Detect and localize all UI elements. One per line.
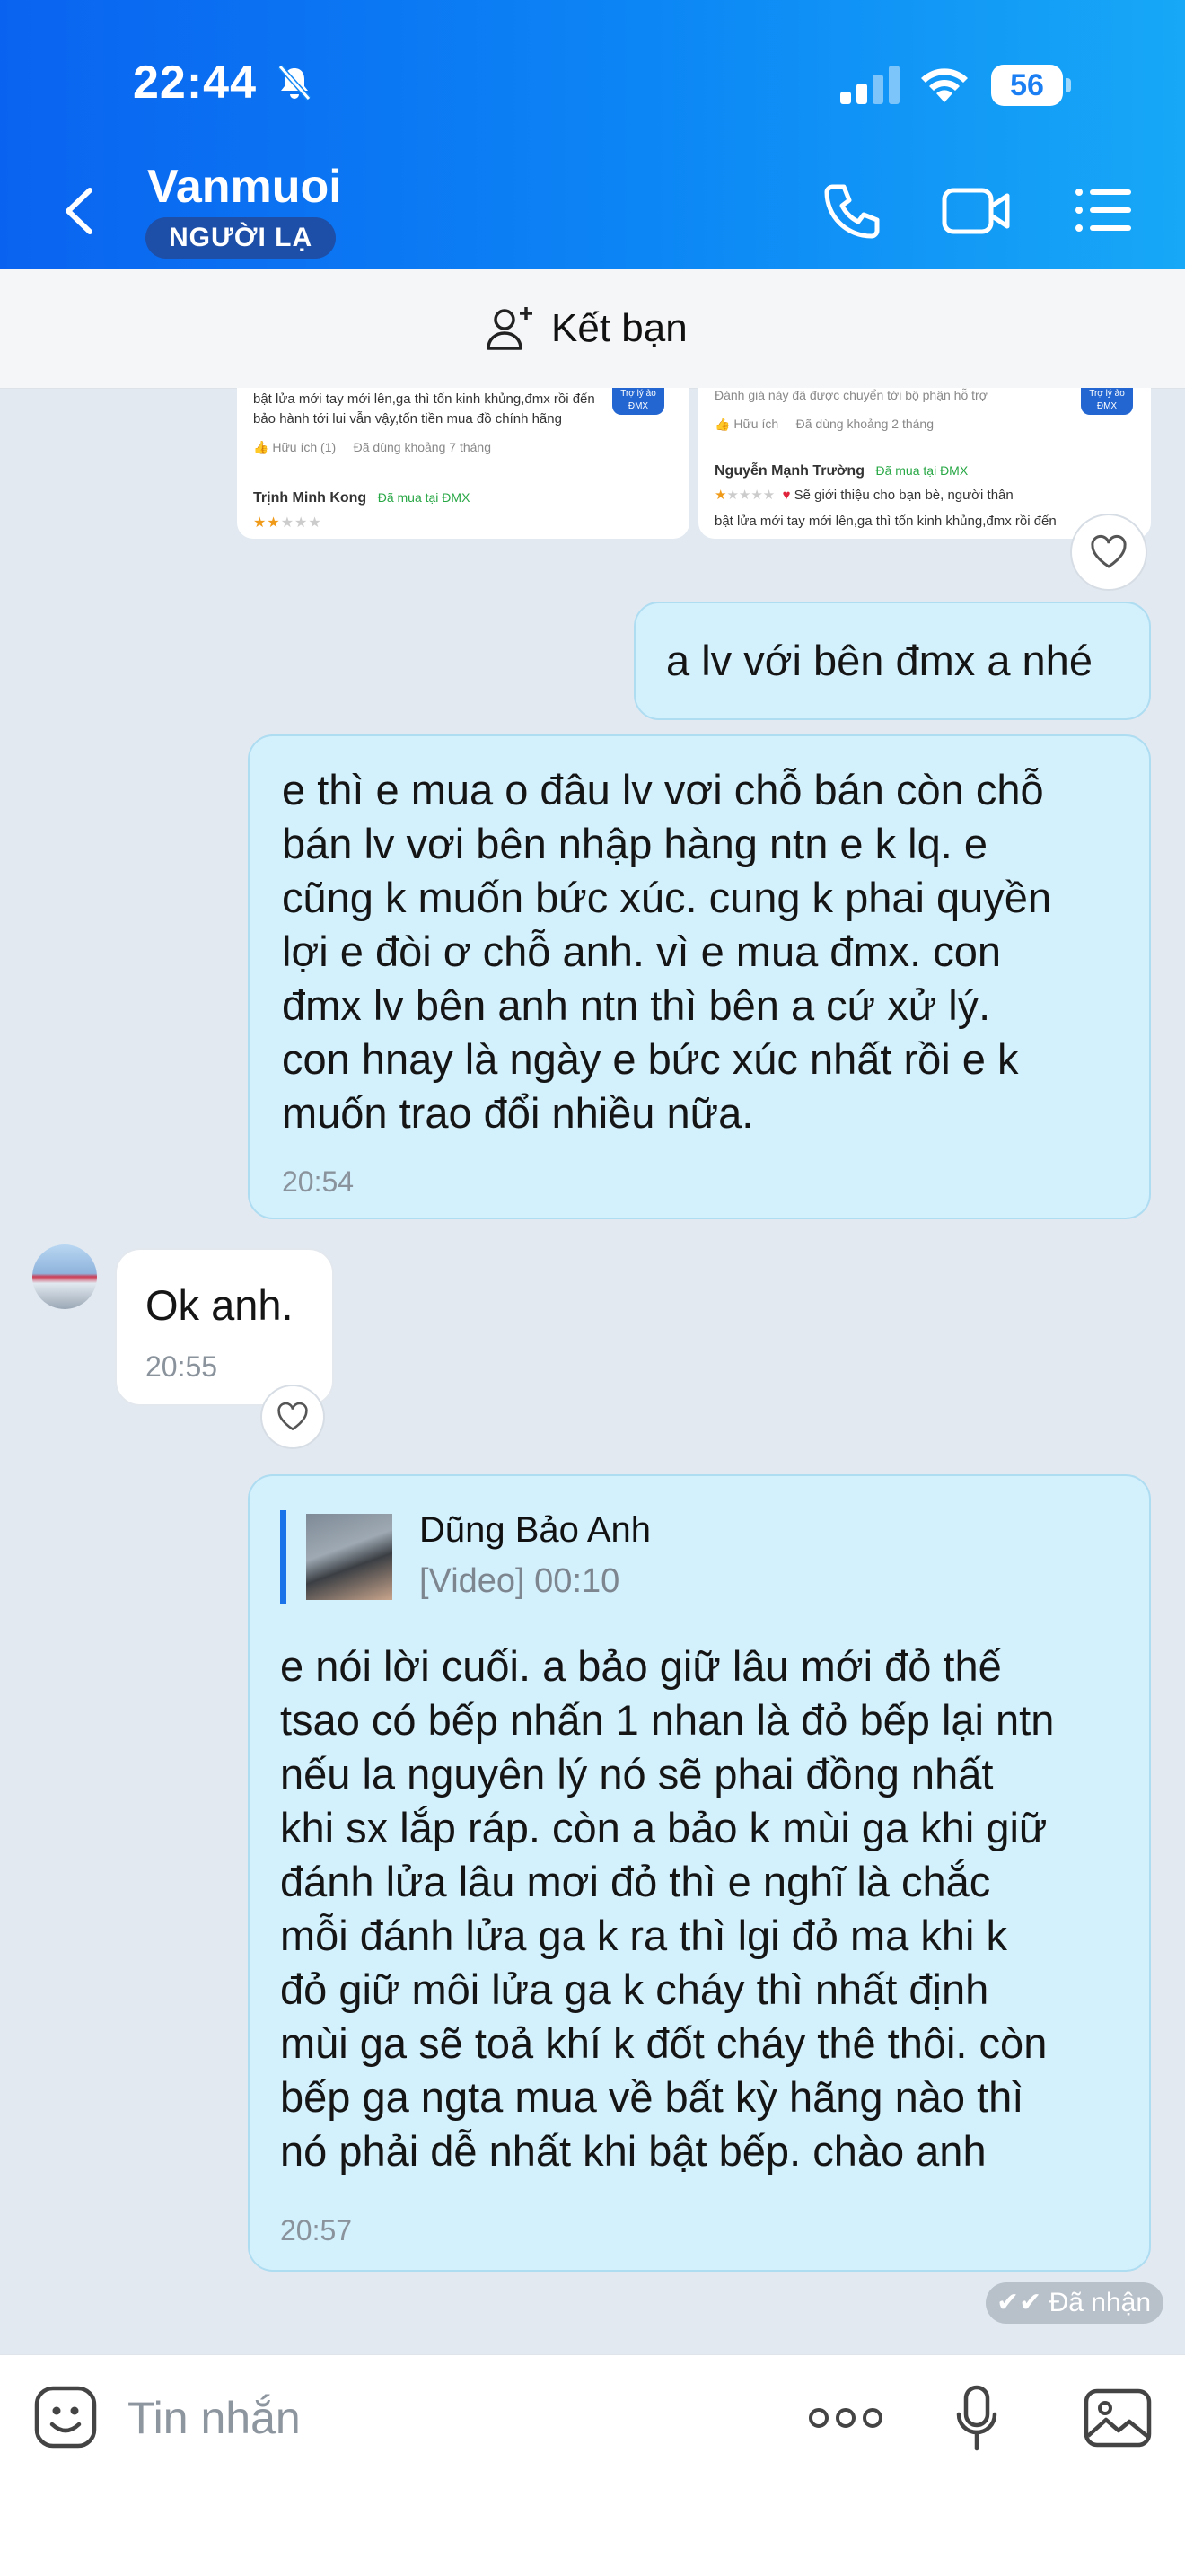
battery-indicator: 56 <box>991 65 1071 106</box>
message-bubble-sent[interactable]: a lv với bên đmx a nhé <box>634 602 1151 720</box>
back-button[interactable] <box>54 180 104 242</box>
bell-slash-icon <box>277 65 312 101</box>
menu-list-icon[interactable] <box>1074 185 1133 235</box>
battery-level: 56 <box>1010 68 1044 102</box>
microphone-button[interactable] <box>955 2384 998 2452</box>
status-time: 22:44 <box>133 57 257 109</box>
message-input[interactable] <box>127 2382 738 2454</box>
add-friend-label: Kết bạn <box>551 306 688 350</box>
image-picker-button[interactable] <box>1083 2387 1153 2449</box>
message-text: Ok anh. <box>145 1281 294 1329</box>
message-text: a lv với bên đmx a nhé <box>666 637 1093 684</box>
message-text: e nói lời cuối. a bảo giữ lâu mới đỏ thế… <box>280 1642 1055 2175</box>
thumbs-up-icon: 👍 <box>253 440 269 454</box>
cellular-signal-icon <box>840 66 900 104</box>
quote-author: Dũng Bảo Anh <box>419 1510 651 1550</box>
react-heart-button[interactable] <box>1072 515 1146 589</box>
video-thumbnail <box>306 1514 392 1600</box>
contact-name[interactable]: Vanmuoi <box>147 160 342 214</box>
quoted-message[interactable]: Dũng Bảo Anh [Video] 00:10 <box>280 1510 1094 1604</box>
message-time: 20:57 <box>280 2214 353 2246</box>
add-user-icon <box>487 307 532 350</box>
message-composer <box>0 2354 1185 2576</box>
message-bubble-received[interactable]: Ok anh. 20:55 <box>115 1248 334 1406</box>
rating-stars: ★★★★★ <box>253 515 322 531</box>
react-heart-button[interactable] <box>262 1386 323 1447</box>
add-friend-bar: Kết bạn <box>0 269 1185 389</box>
video-call-button[interactable] <box>941 183 1013 239</box>
heart-outline-icon <box>277 1402 308 1431</box>
double-check-icon: ✔✔ <box>996 2288 1042 2317</box>
heart-icon: ♥ <box>782 488 791 503</box>
phone-call-button[interactable] <box>821 180 883 242</box>
stranger-badge: NGƯỜI LẠ <box>145 217 337 259</box>
message-time: 20:54 <box>282 1165 355 1198</box>
review-screenshot-right: Đánh giá này đã được chuyển tới bộ phận … <box>698 388 1151 539</box>
quote-subtitle: [Video] 00:10 <box>419 1562 620 1600</box>
add-friend-button[interactable]: Kết bạn <box>485 269 688 388</box>
wifi-icon <box>921 68 968 102</box>
review-screenshot-left: bật lửa mới tay mới lên,ga thì tốn kinh … <box>237 388 689 539</box>
chat-header: 22:44 56 Vanmuoi NGƯỜI LẠ <box>0 0 1185 269</box>
message-bubble-sent[interactable]: e thì e mua o đâu lv vơi chỗ bán còn chỗ… <box>248 734 1151 1219</box>
sticker-emoji-button[interactable] <box>32 2384 99 2450</box>
message-time: 20:55 <box>145 1350 218 1383</box>
delivered-status-badge: ✔✔ Đã nhận <box>986 2282 1164 2324</box>
thumbs-up-icon: 👍 <box>715 417 731 431</box>
contact-avatar[interactable] <box>32 1244 97 1309</box>
heart-outline-icon <box>1091 534 1127 568</box>
shared-review-image[interactable]: bật lửa mới tay mới lên,ga thì tốn kinh … <box>237 388 1151 539</box>
message-text: e thì e mua o đâu lv vơi chỗ bán còn chỗ… <box>282 766 1052 1137</box>
more-options-icon[interactable] <box>808 2400 883 2436</box>
